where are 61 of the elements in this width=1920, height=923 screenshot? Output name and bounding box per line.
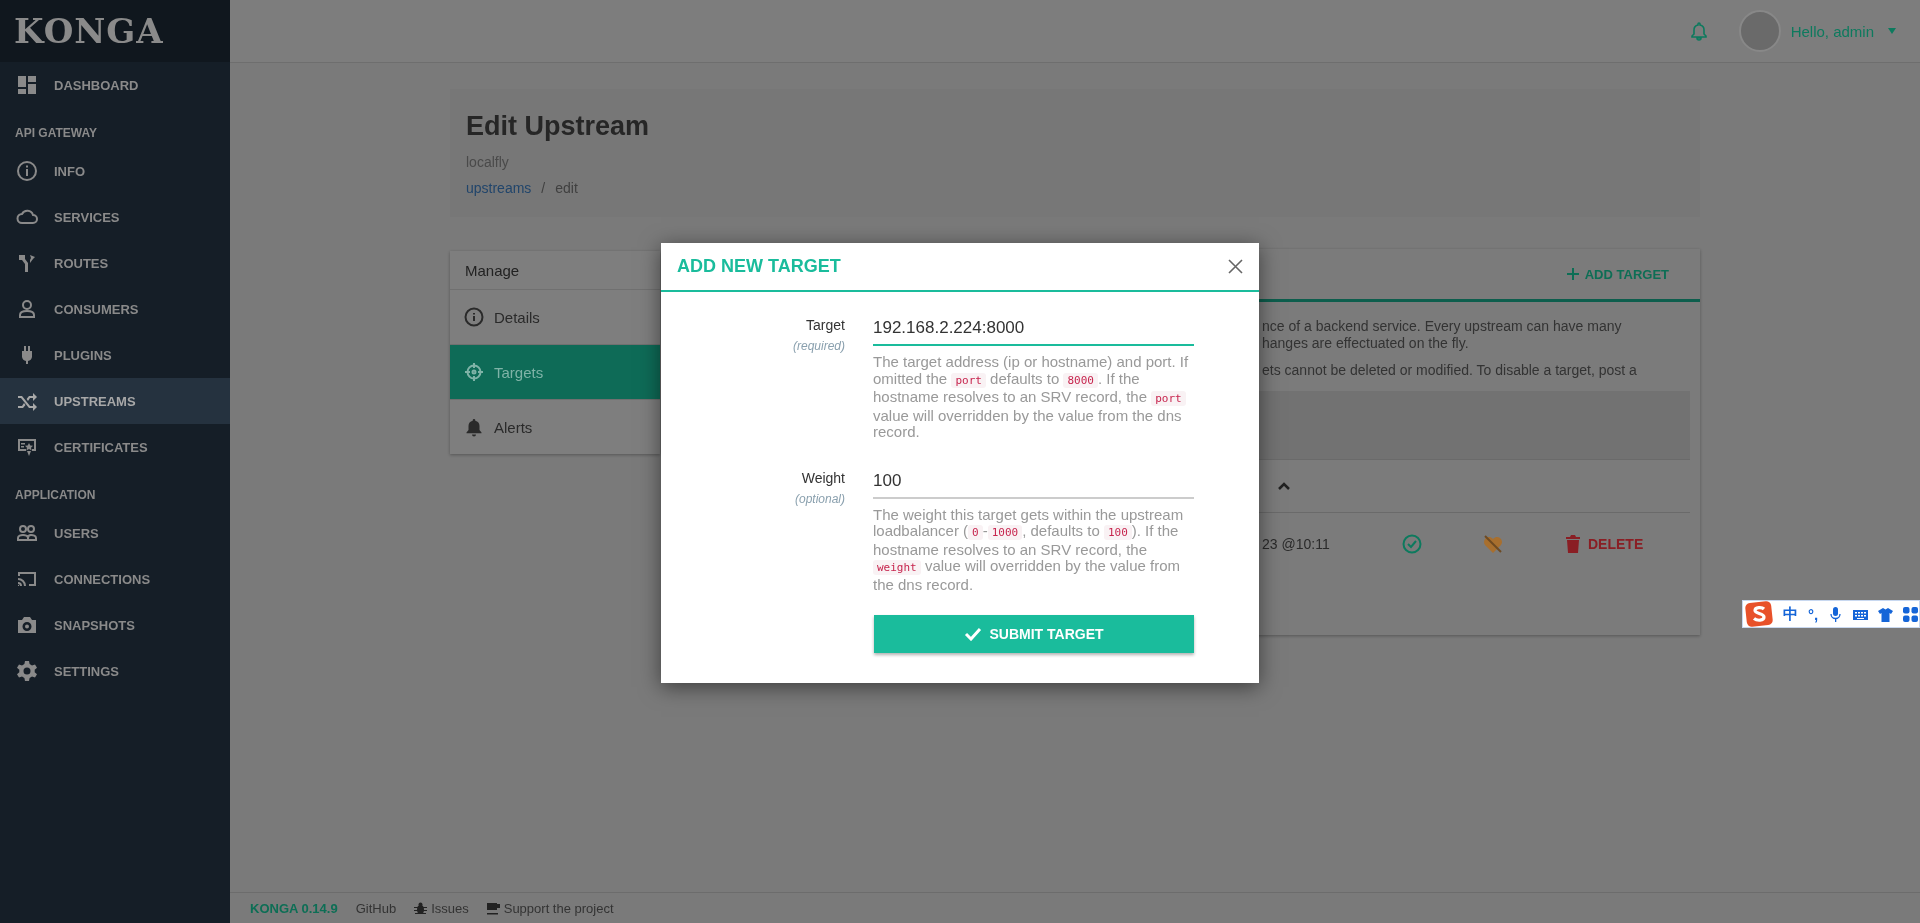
description-text: hanges are effectuated on the fly. bbox=[1262, 335, 1470, 352]
info-icon bbox=[16, 160, 38, 182]
sidebar-item[interactable]: SETTINGS bbox=[0, 648, 230, 694]
sidebar-item[interactable]: UPSTREAMS bbox=[0, 378, 230, 424]
ime-logo-icon[interactable] bbox=[1745, 601, 1773, 627]
sidebar-item[interactable]: DASHBOARD bbox=[0, 62, 230, 108]
user-icon bbox=[16, 298, 38, 320]
grid-icon[interactable] bbox=[1903, 606, 1919, 622]
dialog-title: ADD NEW TARGET bbox=[677, 256, 841, 277]
chevron-up-icon[interactable] bbox=[1277, 481, 1291, 491]
help-text: The weight this target gets within the upstream loadbalancer ( 0 - 1000 , defaults to 100 ). If the hostname resolves to an SRV record, the weight value will overridden by the value from the dns record. bbox=[873, 506, 1185, 593]
description-text: ets cannot be deleted or modified. To disable a target, post a bbox=[1262, 362, 1638, 379]
camera-icon bbox=[16, 614, 38, 636]
footer-link[interactable]: Support the project bbox=[486, 900, 614, 916]
sidebar-item[interactable]: SNAPSHOTS bbox=[0, 602, 230, 648]
sidebar-item[interactable]: USERS bbox=[0, 510, 230, 556]
field-label: Target bbox=[805, 317, 845, 333]
sidebar-item[interactable]: SERVICES bbox=[0, 194, 230, 240]
field-label: Weight bbox=[800, 469, 845, 486]
dashboard-icon bbox=[16, 74, 38, 96]
bell-icon bbox=[464, 417, 484, 437]
settings-icon bbox=[16, 660, 38, 682]
punctuation-toggle[interactable]: °, bbox=[1808, 605, 1819, 623]
input-mode-toggle[interactable]: 中 bbox=[1783, 604, 1798, 624]
shirt-icon[interactable] bbox=[1878, 606, 1894, 622]
fork-icon bbox=[16, 252, 38, 274]
description-text: nce of a backend service. Every upstream can have many bbox=[1262, 318, 1623, 335]
trash-icon bbox=[1566, 535, 1580, 553]
field-note: (required) bbox=[791, 339, 845, 353]
help-text: The target address (ip or hostname) and port. If omitted the port defaults to 8000 . If the hostname resolves to an SRV record, the port value will overridden by the value from the dns record. bbox=[873, 354, 1190, 441]
info-icon bbox=[464, 307, 484, 327]
sidebar-item[interactable]: CONSUMERS bbox=[0, 286, 230, 332]
shuffle-icon bbox=[16, 390, 38, 412]
close-icon[interactable] bbox=[1228, 259, 1243, 274]
sidebar-item[interactable]: INFO bbox=[0, 148, 230, 194]
breadcrumb-separator: / bbox=[541, 180, 546, 196]
konga-logo: KONGA bbox=[0, 0, 230, 62]
sidebar-item[interactable]: CERTIFICATES bbox=[0, 424, 230, 470]
sidebar-item[interactable]: ROUTES bbox=[0, 240, 230, 286]
certificate-icon bbox=[16, 436, 38, 458]
microphone-icon[interactable] bbox=[1828, 606, 1844, 622]
check-icon bbox=[964, 627, 983, 641]
bug-icon bbox=[414, 901, 428, 915]
footer-link[interactable]: GitHub bbox=[355, 900, 397, 916]
version-label: KONGA 0.14.9 bbox=[250, 900, 338, 916]
coffee-icon bbox=[486, 901, 500, 915]
crosshair-icon bbox=[464, 362, 484, 382]
plus-icon bbox=[1566, 268, 1579, 280]
panel-menu-item[interactable]: Targets bbox=[450, 344, 660, 399]
sidebar-item[interactable]: CONNECTIONS bbox=[0, 556, 230, 602]
page-title: Edit Upstream bbox=[466, 111, 651, 142]
section-heading: APPLICATION bbox=[14, 487, 97, 504]
field-note: (optional) bbox=[793, 491, 845, 506]
section-heading: API GATEWAY bbox=[14, 125, 98, 142]
users-icon bbox=[16, 522, 38, 544]
footer-link[interactable]: Issues bbox=[414, 900, 469, 916]
panel-title: Manage bbox=[464, 260, 521, 281]
sidebar-item[interactable]: PLUGINS bbox=[0, 332, 230, 378]
panel-menu-item[interactable]: Alerts bbox=[450, 399, 660, 454]
caret-icon bbox=[1888, 28, 1896, 34]
table-cell-text: 23 @10:11 bbox=[1262, 536, 1331, 552]
